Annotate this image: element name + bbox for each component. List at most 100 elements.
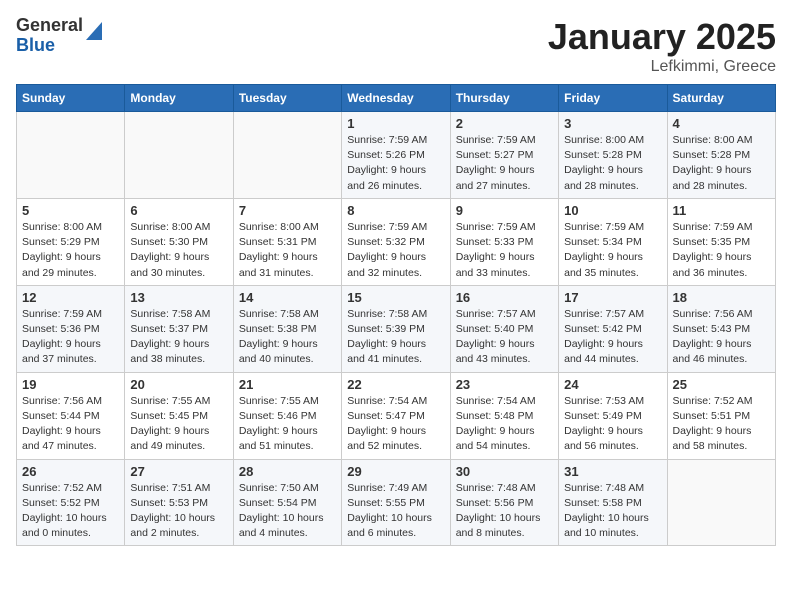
day-header-wednesday: Wednesday — [342, 85, 450, 112]
logo-blue-text: Blue — [16, 36, 83, 56]
logo-icon — [86, 18, 102, 40]
day-info: Sunrise: 7:57 AM Sunset: 5:42 PM Dayligh… — [564, 307, 661, 368]
day-info: Sunrise: 8:00 AM Sunset: 5:28 PM Dayligh… — [564, 133, 661, 194]
day-header-thursday: Thursday — [450, 85, 558, 112]
day-header-friday: Friday — [559, 85, 667, 112]
calendar-week-row: 5Sunrise: 8:00 AM Sunset: 5:29 PM Daylig… — [17, 198, 776, 285]
calendar-cell: 30Sunrise: 7:48 AM Sunset: 5:56 PM Dayli… — [450, 459, 558, 546]
logo: General Blue — [16, 16, 102, 56]
day-number: 15 — [347, 290, 444, 305]
calendar-cell: 24Sunrise: 7:53 AM Sunset: 5:49 PM Dayli… — [559, 372, 667, 459]
day-info: Sunrise: 7:59 AM Sunset: 5:27 PM Dayligh… — [456, 133, 553, 194]
day-info: Sunrise: 7:54 AM Sunset: 5:48 PM Dayligh… — [456, 394, 553, 455]
day-number: 3 — [564, 116, 661, 131]
day-info: Sunrise: 7:59 AM Sunset: 5:36 PM Dayligh… — [22, 307, 119, 368]
day-info: Sunrise: 7:59 AM Sunset: 5:32 PM Dayligh… — [347, 220, 444, 281]
calendar-cell: 1 Sunrise: 7:59 AM Sunset: 5:26 PM Daylig… — [342, 112, 450, 199]
day-number: 26 — [22, 464, 119, 479]
day-number: 8 — [347, 203, 444, 218]
day-number: 28 — [239, 464, 336, 479]
day-number: 19 — [22, 377, 119, 392]
day-info: Sunrise: 7:55 AM Sunset: 5:45 PM Dayligh… — [130, 394, 227, 455]
day-number: 5 — [22, 203, 119, 218]
calendar-cell: 9Sunrise: 7:59 AM Sunset: 5:33 PM Daylig… — [450, 198, 558, 285]
day-info: Sunrise: 7:56 AM Sunset: 5:43 PM Dayligh… — [673, 307, 770, 368]
calendar-cell: 31Sunrise: 7:48 AM Sunset: 5:58 PM Dayli… — [559, 459, 667, 546]
calendar-cell — [667, 459, 775, 546]
title-block: January 2025 Lefkimmi, Greece — [548, 16, 776, 76]
calendar-cell: 14 Sunrise: 7:58 AM Sunset: 5:38 PM Dayli… — [233, 285, 341, 372]
calendar-cell: 28 Sunrise: 7:50 AM Sunset: 5:54 PM Dayli… — [233, 459, 341, 546]
day-info: Sunrise: 7:48 AM Sunset: 5:58 PM Dayligh… — [564, 481, 661, 542]
day-info: Sunrise: 8:00 AM Sunset: 5:28 PM Dayligh… — [673, 133, 770, 194]
calendar-cell: 22 Sunrise: 7:54 AM Sunset: 5:47 PM Dayli… — [342, 372, 450, 459]
calendar-cell: 23 Sunrise: 7:54 AM Sunset: 5:48 PM Dayli… — [450, 372, 558, 459]
day-header-saturday: Saturday — [667, 85, 775, 112]
day-number: 11 — [673, 203, 770, 218]
calendar-cell: 6 Sunrise: 8:00 AM Sunset: 5:30 PM Daylig… — [125, 198, 233, 285]
calendar-cell: 15 Sunrise: 7:58 AM Sunset: 5:39 PM Dayli… — [342, 285, 450, 372]
day-number: 7 — [239, 203, 336, 218]
day-number: 2 — [456, 116, 553, 131]
calendar-cell: 11 Sunrise: 7:59 AM Sunset: 5:35 PM Dayli… — [667, 198, 775, 285]
day-number: 13 — [130, 290, 227, 305]
day-info: Sunrise: 7:55 AM Sunset: 5:46 PM Dayligh… — [239, 394, 336, 455]
day-info: Sunrise: 7:59 AM Sunset: 5:33 PM Dayligh… — [456, 220, 553, 281]
calendar-cell: 2 Sunrise: 7:59 AM Sunset: 5:27 PM Daylig… — [450, 112, 558, 199]
calendar-cell: 7 Sunrise: 8:00 AM Sunset: 5:31 PM Daylig… — [233, 198, 341, 285]
day-info: Sunrise: 8:00 AM Sunset: 5:30 PM Dayligh… — [130, 220, 227, 281]
day-info: Sunrise: 8:00 AM Sunset: 5:31 PM Dayligh… — [239, 220, 336, 281]
day-number: 23 — [456, 377, 553, 392]
calendar-week-row: 1 Sunrise: 7:59 AM Sunset: 5:26 PM Daylig… — [17, 112, 776, 199]
calendar-cell: 27Sunrise: 7:51 AM Sunset: 5:53 PM Dayli… — [125, 459, 233, 546]
day-info: Sunrise: 7:58 AM Sunset: 5:39 PM Dayligh… — [347, 307, 444, 368]
day-number: 21 — [239, 377, 336, 392]
calendar-cell: 13 Sunrise: 7:58 AM Sunset: 5:37 PM Dayli… — [125, 285, 233, 372]
day-info: Sunrise: 7:50 AM Sunset: 5:54 PM Dayligh… — [239, 481, 336, 542]
day-info: Sunrise: 7:54 AM Sunset: 5:47 PM Dayligh… — [347, 394, 444, 455]
calendar-cell: 4 Sunrise: 8:00 AM Sunset: 5:28 PM Daylig… — [667, 112, 775, 199]
page-header: General Blue January 2025 Lefkimmi, Gree… — [16, 16, 776, 76]
calendar-cell: 19 Sunrise: 7:56 AM Sunset: 5:44 PM Dayli… — [17, 372, 125, 459]
day-number: 16 — [456, 290, 553, 305]
calendar-cell: 5Sunrise: 8:00 AM Sunset: 5:29 PM Daylig… — [17, 198, 125, 285]
calendar-cell: 16 Sunrise: 7:57 AM Sunset: 5:40 PM Dayli… — [450, 285, 558, 372]
day-number: 24 — [564, 377, 661, 392]
day-number: 20 — [130, 377, 227, 392]
day-info: Sunrise: 7:51 AM Sunset: 5:53 PM Dayligh… — [130, 481, 227, 542]
calendar-cell: 20 Sunrise: 7:55 AM Sunset: 5:45 PM Dayli… — [125, 372, 233, 459]
calendar-week-row: 12 Sunrise: 7:59 AM Sunset: 5:36 PM Dayli… — [17, 285, 776, 372]
day-info: Sunrise: 7:59 AM Sunset: 5:26 PM Dayligh… — [347, 133, 444, 194]
calendar-cell — [125, 112, 233, 199]
day-number: 10 — [564, 203, 661, 218]
calendar-cell: 8 Sunrise: 7:59 AM Sunset: 5:32 PM Daylig… — [342, 198, 450, 285]
day-info: Sunrise: 7:56 AM Sunset: 5:44 PM Dayligh… — [22, 394, 119, 455]
day-number: 1 — [347, 116, 444, 131]
day-info: Sunrise: 7:59 AM Sunset: 5:35 PM Dayligh… — [673, 220, 770, 281]
day-number: 22 — [347, 377, 444, 392]
day-info: Sunrise: 7:52 AM Sunset: 5:51 PM Dayligh… — [673, 394, 770, 455]
day-number: 25 — [673, 377, 770, 392]
month-title: January 2025 — [548, 16, 776, 58]
day-header-tuesday: Tuesday — [233, 85, 341, 112]
calendar-cell: 21 Sunrise: 7:55 AM Sunset: 5:46 PM Dayli… — [233, 372, 341, 459]
day-number: 29 — [347, 464, 444, 479]
day-info: Sunrise: 7:58 AM Sunset: 5:37 PM Dayligh… — [130, 307, 227, 368]
day-header-sunday: Sunday — [17, 85, 125, 112]
day-info: Sunrise: 7:59 AM Sunset: 5:34 PM Dayligh… — [564, 220, 661, 281]
calendar-cell: 29 Sunrise: 7:49 AM Sunset: 5:55 PM Dayli… — [342, 459, 450, 546]
day-number: 12 — [22, 290, 119, 305]
calendar-week-row: 19 Sunrise: 7:56 AM Sunset: 5:44 PM Dayli… — [17, 372, 776, 459]
logo-general-text: General — [16, 16, 83, 36]
calendar-cell: 12 Sunrise: 7:59 AM Sunset: 5:36 PM Dayli… — [17, 285, 125, 372]
day-number: 4 — [673, 116, 770, 131]
day-info: Sunrise: 7:49 AM Sunset: 5:55 PM Dayligh… — [347, 481, 444, 542]
calendar-cell: 10 Sunrise: 7:59 AM Sunset: 5:34 PM Dayli… — [559, 198, 667, 285]
day-number: 14 — [239, 290, 336, 305]
day-number: 30 — [456, 464, 553, 479]
day-info: Sunrise: 7:58 AM Sunset: 5:38 PM Dayligh… — [239, 307, 336, 368]
day-info: Sunrise: 7:57 AM Sunset: 5:40 PM Dayligh… — [456, 307, 553, 368]
calendar-cell: 25 Sunrise: 7:52 AM Sunset: 5:51 PM Dayli… — [667, 372, 775, 459]
calendar-cell: 26Sunrise: 7:52 AM Sunset: 5:52 PM Dayli… — [17, 459, 125, 546]
day-number: 6 — [130, 203, 227, 218]
